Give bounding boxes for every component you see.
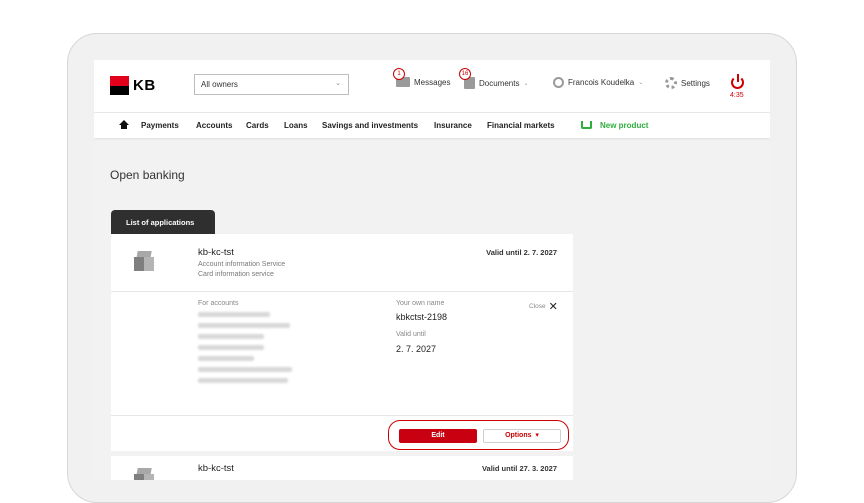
- logout-power-icon[interactable]: [731, 74, 745, 89]
- close-label: Close: [529, 303, 546, 310]
- valid-until-header: Valid until 2. 7. 2027: [486, 248, 557, 257]
- gear-icon: [665, 77, 677, 89]
- nav-loans[interactable]: Loans: [284, 121, 308, 130]
- for-accounts-label: For accounts: [198, 300, 239, 307]
- nav-insurance[interactable]: Insurance: [434, 121, 472, 130]
- nav-cards[interactable]: Cards: [246, 121, 269, 130]
- application-card[interactable]: kb-kc-tst Valid until 27. 3. 2027: [111, 456, 573, 480]
- application-details: For accounts Your own name kbkctst-2198 …: [111, 292, 573, 416]
- brand-name: KB: [133, 77, 156, 94]
- edit-button[interactable]: Edit: [399, 429, 477, 443]
- nav-savings-investments[interactable]: Savings and investments: [322, 121, 418, 130]
- options-label: Options: [505, 432, 532, 439]
- account-number-redacted: [198, 345, 264, 350]
- messages-link[interactable]: 1 Messages: [393, 68, 451, 87]
- account-number-redacted: [198, 367, 292, 372]
- settings-label: Settings: [681, 78, 710, 88]
- chevron-down-icon: ⌄: [638, 80, 644, 86]
- valid-until-header: Valid until 27. 3. 2027: [481, 464, 557, 473]
- nav-accounts[interactable]: Accounts: [196, 121, 232, 130]
- settings-link[interactable]: Settings: [665, 77, 710, 89]
- documents-badge: 16: [459, 68, 471, 80]
- nav-financial-markets[interactable]: Financial markets: [487, 121, 555, 130]
- owners-select[interactable]: All owners ⌄: [194, 74, 349, 95]
- main-nav: Payments Accounts Cards Loans Savings an…: [94, 112, 770, 138]
- kb-logo[interactable]: KB: [110, 76, 156, 95]
- app-cube-icon: [134, 468, 154, 480]
- account-number-redacted: [198, 334, 264, 339]
- top-bar: KB All owners ⌄ 1 Messages 16 Documents …: [94, 60, 770, 112]
- account-number-redacted: [198, 323, 290, 328]
- page-title: Open banking: [110, 168, 185, 182]
- owners-select-value: All owners: [201, 80, 238, 89]
- session-timer: 4:35: [730, 92, 744, 99]
- documents-link[interactable]: 16 Documents ⌄: [459, 68, 529, 89]
- nav-payments[interactable]: Payments: [141, 121, 179, 130]
- application-card: kb-kc-tst Account information Service Ca…: [111, 234, 573, 451]
- options-button[interactable]: Options ▾: [483, 429, 561, 443]
- nav-new-product[interactable]: New product: [600, 121, 648, 130]
- kb-logo-mark: [110, 76, 129, 95]
- screen: KB All owners ⌄ 1 Messages 16 Documents …: [94, 60, 770, 480]
- chevron-down-icon: ⌄: [523, 80, 529, 87]
- application-name: kb-kc-tst: [198, 463, 234, 474]
- application-actions: Edit Options ▾: [111, 416, 573, 451]
- caret-down-icon: ▾: [533, 432, 539, 439]
- documents-label: Documents: [479, 78, 520, 88]
- user-menu[interactable]: Francois Koudelka ⌄: [553, 77, 643, 88]
- messages-label: Messages: [414, 77, 451, 87]
- user-icon: [553, 77, 564, 88]
- close-icon: ✕: [548, 301, 558, 313]
- valid-until-label: Valid until: [396, 331, 426, 338]
- account-number-redacted: [198, 378, 288, 383]
- account-number-redacted: [198, 356, 254, 361]
- account-number-redacted: [198, 312, 270, 317]
- messages-badge: 1: [393, 68, 405, 80]
- chevron-down-icon: ⌄: [335, 80, 341, 87]
- application-name: kb-kc-tst: [198, 247, 234, 258]
- application-service: Account information Service: [198, 261, 286, 268]
- application-service: Card information service: [198, 271, 274, 278]
- app-cube-icon: [134, 251, 154, 273]
- home-icon[interactable]: [119, 120, 129, 129]
- close-details[interactable]: Close ✕: [529, 300, 558, 313]
- cart-icon[interactable]: [581, 121, 592, 129]
- user-name: Francois Koudelka: [568, 78, 635, 87]
- tab-list-of-applications[interactable]: List of applications: [111, 210, 215, 234]
- own-name-label: Your own name: [396, 300, 445, 307]
- own-name-value: kbkctst-2198: [396, 312, 448, 322]
- valid-until-value: 2. 7. 2027: [396, 344, 437, 354]
- application-card-header[interactable]: kb-kc-tst Account information Service Ca…: [111, 234, 573, 292]
